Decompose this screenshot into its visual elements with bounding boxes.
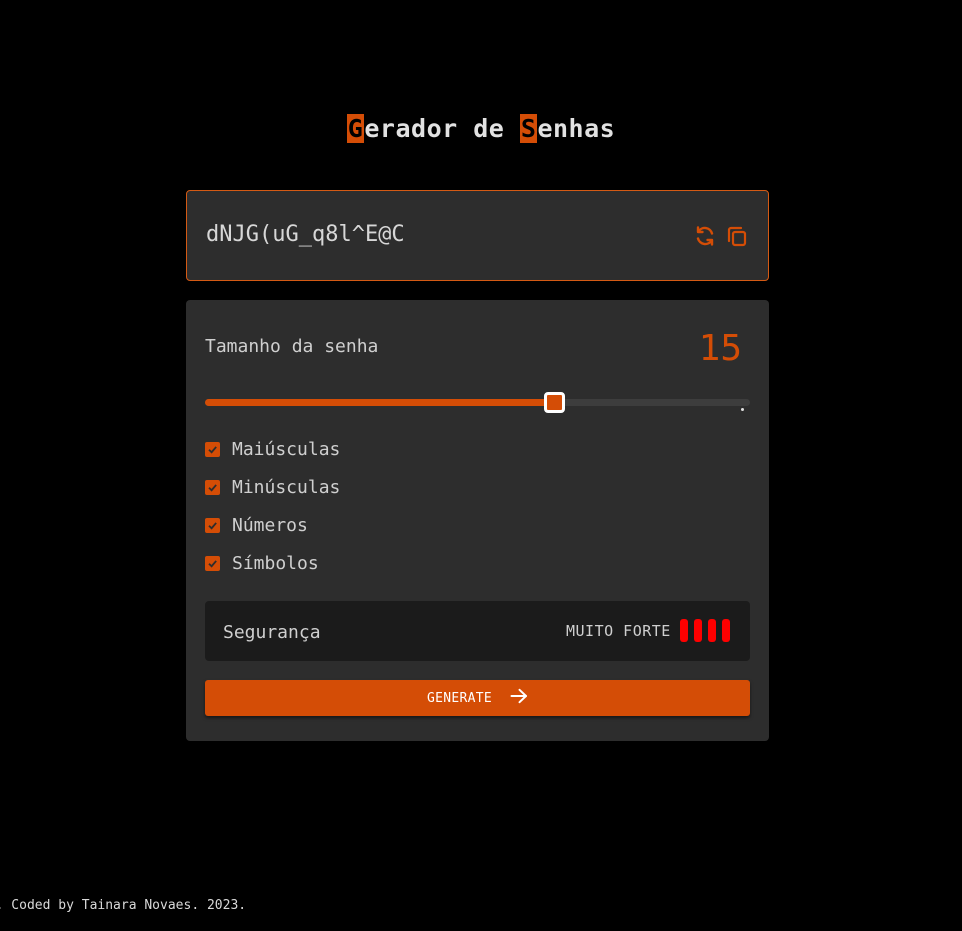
strength-bar xyxy=(694,619,702,642)
copy-icon[interactable] xyxy=(725,224,749,248)
security-label: Segurança xyxy=(223,622,321,643)
title-highlight-letter: S xyxy=(519,114,538,143)
checkbox-checked-icon[interactable] xyxy=(205,517,220,533)
generate-label: GENERATE xyxy=(426,690,492,706)
option-symbols[interactable]: Símbolos xyxy=(205,552,319,574)
generate-button[interactable]: GENERATE xyxy=(205,680,750,716)
settings-card: Tamanho da senha 15 Maiúsculas Minúscula… xyxy=(186,300,769,741)
slider-track xyxy=(205,399,750,411)
slider-fill xyxy=(205,399,554,406)
option-label: Números xyxy=(232,514,308,536)
strength-bar xyxy=(680,619,688,642)
option-lowercase[interactable]: Minúsculas xyxy=(205,476,340,498)
length-label: Tamanho da senha xyxy=(205,336,379,357)
strength-bars xyxy=(680,619,730,642)
title-highlight-letter: G xyxy=(346,114,365,143)
option-uppercase[interactable]: Maiúsculas xyxy=(205,438,340,460)
strength-bar xyxy=(708,619,716,642)
password-text: dNJG(uG_q8l^E@C xyxy=(206,222,405,247)
footer-credit: or. Coded by Tainara Novaes. 2023. xyxy=(0,898,247,913)
refresh-icon[interactable] xyxy=(693,224,717,248)
option-label: Símbolos xyxy=(232,552,319,574)
slider-end-dot xyxy=(741,408,744,411)
security-indicator: Segurança MUITO FORTE xyxy=(205,601,750,661)
option-numbers[interactable]: Números xyxy=(205,514,308,536)
checkbox-checked-icon[interactable] xyxy=(205,441,220,457)
strength-bar xyxy=(722,619,730,642)
option-label: Minúsculas xyxy=(232,476,341,498)
checkbox-checked-icon[interactable] xyxy=(205,555,220,571)
slider-thumb[interactable] xyxy=(544,392,565,413)
page-title: Gerador de Senhas xyxy=(0,114,962,143)
title-text: enhas xyxy=(537,114,616,143)
title-text: erador de xyxy=(364,114,520,143)
security-level: MUITO FORTE xyxy=(566,622,671,640)
arrow-right-icon xyxy=(510,688,528,708)
page: Gerador de Senhas dNJG(uG_q8l^E@C Tamanh… xyxy=(0,0,962,931)
option-label: Maiúsculas xyxy=(232,438,341,460)
length-value: 15 xyxy=(698,328,742,369)
checkbox-checked-icon[interactable] xyxy=(205,479,220,495)
length-slider[interactable] xyxy=(205,392,750,414)
password-display: dNJG(uG_q8l^E@C xyxy=(186,190,769,281)
